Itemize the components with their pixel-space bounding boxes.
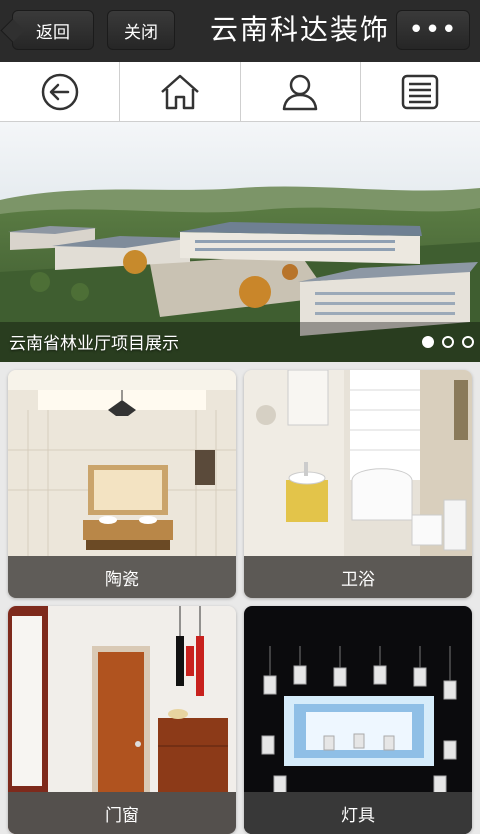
back-icon	[41, 73, 78, 110]
nav-back[interactable]	[0, 62, 121, 121]
tile-label-doors-windows: 门窗	[8, 792, 236, 834]
category-tile-lighting[interactable]: 灯具	[244, 606, 472, 834]
category-tile-ceramics[interactable]: 陶瓷	[8, 370, 236, 598]
tile-label-lighting: 灯具	[244, 792, 472, 834]
tile-label-ceramics: 陶瓷	[8, 556, 236, 598]
menu-list-icon	[402, 74, 439, 109]
home-icon	[161, 74, 199, 109]
close-button[interactable]: 关闭	[107, 10, 175, 50]
back-button[interactable]: 返回	[12, 10, 94, 50]
carousel-dots	[422, 336, 474, 348]
carousel-dot-1[interactable]	[422, 336, 434, 348]
banner-carousel[interactable]: 云南省林业厅项目展示	[0, 122, 480, 362]
nav-user[interactable]	[241, 62, 361, 121]
nav-bar	[0, 62, 480, 122]
nav-home[interactable]	[120, 62, 241, 121]
carousel-dot-3[interactable]	[462, 336, 474, 348]
close-button-label: 关闭	[124, 22, 158, 43]
category-tile-doors-windows[interactable]: 门窗	[8, 606, 236, 834]
category-tile-bathroom[interactable]: 卫浴	[244, 370, 472, 598]
back-button-label: 返回	[36, 22, 70, 43]
banner-caption: 云南省林业厅项目展示	[9, 334, 179, 354]
tile-label-bathroom: 卫浴	[244, 556, 472, 598]
banner-image	[0, 122, 480, 362]
more-icon: •••	[408, 15, 458, 45]
page-title: 云南科达装饰	[210, 13, 391, 46]
more-button[interactable]: •••	[396, 10, 470, 50]
user-icon	[282, 74, 318, 110]
title-bar: 返回 关闭 云南科达装饰 •••	[0, 0, 480, 62]
nav-menu[interactable]	[361, 62, 480, 121]
carousel-dot-2[interactable]	[442, 336, 454, 348]
